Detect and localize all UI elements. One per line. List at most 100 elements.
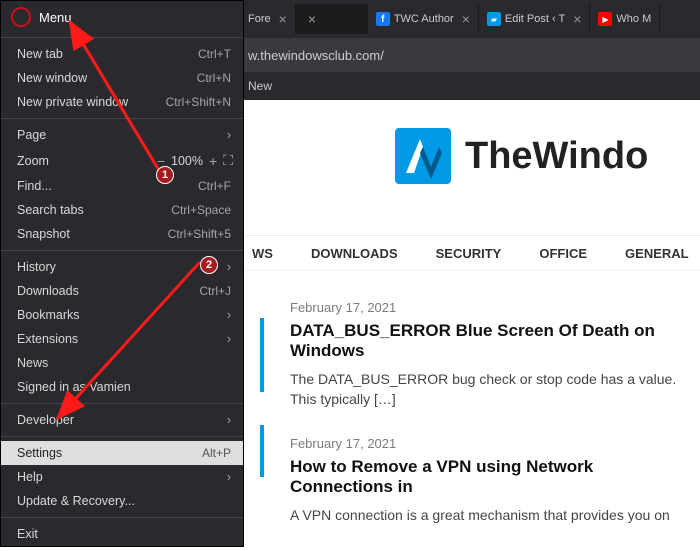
menu-bookmarks[interactable]: Bookmarks › (1, 303, 243, 327)
site-logo[interactable]: TheWindo (395, 128, 648, 184)
nav-item-general[interactable]: GENERAL (625, 246, 689, 261)
post-excerpt: The DATA_BUS_ERROR bug check or stop cod… (290, 369, 692, 410)
post-accent (260, 425, 264, 477)
menu-label: Extensions (17, 332, 78, 346)
opera-icon (11, 7, 31, 27)
shortcut-text: Ctrl+Space (171, 203, 231, 217)
post-accent (260, 318, 264, 392)
post-date: February 17, 2021 (290, 300, 692, 315)
shortcut-text: Alt+P (202, 446, 231, 460)
tab-blank[interactable]: × (296, 4, 368, 34)
menu-signed-in[interactable]: Signed in as Vamien (1, 375, 243, 399)
menu-label: New tab (17, 47, 63, 61)
chevron-right-icon: › (227, 470, 231, 484)
menu-label: Downloads (17, 284, 79, 298)
menu-label: Help (17, 470, 43, 484)
menu-label: New private window (17, 95, 128, 109)
menu-label: Page (17, 128, 46, 142)
separator (1, 403, 243, 404)
zoom-value: 100% (171, 154, 203, 168)
shortcut-text: Ctrl+J (199, 284, 231, 298)
menu-title: Menu (39, 10, 72, 25)
youtube-icon: ▶ (598, 12, 612, 26)
menu-news[interactable]: News (1, 351, 243, 375)
shortcut-text: Ctrl+F (198, 179, 231, 193)
tab-label: Fore (248, 13, 271, 25)
menu-settings[interactable]: SettingsAlt+P (1, 441, 243, 465)
chevron-right-icon: › (227, 413, 231, 427)
separator (1, 436, 243, 437)
separator (1, 517, 243, 518)
shortcut-text: Ctrl+T (198, 47, 231, 61)
menu-new-private-window[interactable]: New private window Ctrl+Shift+N (1, 90, 243, 114)
tab-label: Who M (616, 13, 651, 25)
menu-label: New window (17, 71, 87, 85)
posts-list: February 17, 2021 DATA_BUS_ERROR Blue Sc… (290, 300, 692, 551)
annotation-badge-2: 2 (200, 256, 218, 274)
tab-fore[interactable]: Fore × (240, 4, 296, 34)
shortcut-text: Ctrl+N (197, 71, 231, 85)
shortcut-text: Ctrl+Shift+5 (168, 227, 231, 241)
site-logo-icon (395, 128, 451, 184)
post-date: February 17, 2021 (290, 436, 692, 451)
separator (1, 118, 243, 119)
menu-search-tabs[interactable]: Search tabs Ctrl+Space (1, 198, 243, 222)
tab-who[interactable]: ▶ Who M (590, 4, 660, 34)
facebook-icon: f (376, 12, 390, 26)
close-icon[interactable]: × (279, 11, 287, 27)
menu-label: Find... (17, 179, 52, 193)
menu-label: Search tabs (17, 203, 84, 217)
tab-label: TWC Author (394, 13, 454, 25)
chevron-right-icon: › (227, 308, 231, 322)
site-nav: WS DOWNLOADS SECURITY OFFICE GENERAL (244, 235, 700, 271)
menu-exit[interactable]: Exit (1, 522, 243, 546)
separator (1, 37, 243, 38)
shortcut-text: Ctrl+Shift+N (166, 95, 231, 109)
zoom-in-button[interactable]: + (209, 153, 217, 169)
bookmark-new[interactable]: New (248, 79, 272, 93)
post-item: February 17, 2021 DATA_BUS_ERROR Blue Sc… (290, 300, 692, 410)
post-title[interactable]: How to Remove a VPN using Network Connec… (290, 457, 692, 497)
menu-label: Signed in as Vamien (17, 380, 131, 394)
url-text: w.thewindowsclub.com/ (248, 48, 384, 63)
menu-snapshot[interactable]: Snapshot Ctrl+Shift+5 (1, 222, 243, 246)
site-logo-text: TheWindo (465, 135, 648, 178)
post-title[interactable]: DATA_BUS_ERROR Blue Screen Of Death on W… (290, 321, 692, 361)
menu-new-window[interactable]: New window Ctrl+N (1, 66, 243, 90)
post-item: February 17, 2021 How to Remove a VPN us… (290, 436, 692, 525)
close-icon[interactable]: × (573, 11, 581, 27)
menu-page[interactable]: Page › (1, 123, 243, 147)
menu-label: News (17, 356, 48, 370)
tab-edit-post[interactable]: ▰ Edit Post ‹ T × (479, 4, 591, 34)
chevron-right-icon: › (227, 332, 231, 346)
fullscreen-icon[interactable]: ⛶ (223, 152, 233, 169)
separator (1, 250, 243, 251)
menu-label: Snapshot (17, 227, 70, 241)
site-icon: ▰ (487, 12, 501, 26)
close-icon[interactable]: × (462, 11, 470, 27)
menu-label: Update & Recovery... (17, 494, 135, 508)
menu-label: Bookmarks (17, 308, 80, 322)
annotation-badge-1: 1 (156, 166, 174, 184)
menu-find[interactable]: Find... Ctrl+F (1, 174, 243, 198)
menu-header[interactable]: Menu (1, 1, 243, 33)
chevron-right-icon: › (227, 260, 231, 274)
menu-extensions[interactable]: Extensions › (1, 327, 243, 351)
menu-new-tab[interactable]: New tab Ctrl+T (1, 42, 243, 66)
menu-zoom: Zoom − 100% + ⛶ (1, 147, 243, 174)
nav-item-security[interactable]: SECURITY (436, 246, 502, 261)
chevron-right-icon: › (227, 128, 231, 142)
tab-label: Edit Post ‹ T (505, 13, 565, 25)
menu-update-recovery[interactable]: Update & Recovery... (1, 489, 243, 513)
menu-developer[interactable]: Developer › (1, 408, 243, 432)
nav-item-ws[interactable]: WS (252, 246, 273, 261)
tab-twc-author[interactable]: f TWC Author × (368, 4, 479, 34)
menu-label: Developer (17, 413, 74, 427)
menu-help[interactable]: Help › (1, 465, 243, 489)
nav-item-office[interactable]: OFFICE (539, 246, 587, 261)
menu-downloads[interactable]: Downloads Ctrl+J (1, 279, 243, 303)
menu-label: History (17, 260, 56, 274)
nav-item-downloads[interactable]: DOWNLOADS (311, 246, 398, 261)
menu-label: Exit (17, 527, 38, 541)
close-icon[interactable]: × (308, 11, 316, 27)
